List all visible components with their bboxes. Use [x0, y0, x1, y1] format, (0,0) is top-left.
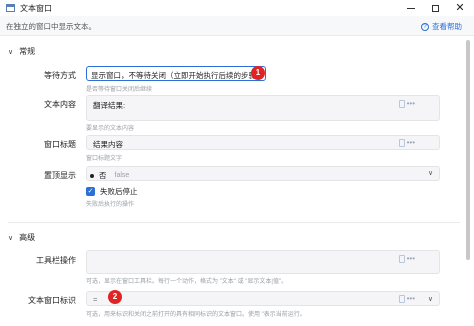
- annotation-badge-1: 1: [251, 66, 265, 80]
- stop-on-fail-hint: 失败后执行的操作: [86, 202, 135, 208]
- help-icon: ?: [421, 22, 429, 31]
- window-id-actions[interactable]: •••: [398, 294, 415, 303]
- close-button[interactable]: ✕: [449, 0, 471, 16]
- window-id-input[interactable]: = ••• ∨: [86, 291, 440, 306]
- action-description: 在独立的窗口中显示文本。: [6, 22, 96, 31]
- window-title-hint: 窗口标题文字: [86, 156, 123, 162]
- window-icon: [6, 4, 15, 12]
- window-id-hint: 可选，用来标识和关闭之前打开的具有相同标识的文本窗口。使用 "表示当前运行。: [86, 312, 306, 318]
- chevron-down-icon: ∨: [8, 234, 14, 242]
- annotation-badge-2: 2: [108, 290, 122, 304]
- wait-mode-label: 等待方式: [44, 71, 76, 80]
- close-icon: ✕: [455, 1, 465, 14]
- section-advanced-header[interactable]: ∨ 高级: [8, 232, 35, 243]
- window-title: 文本窗口: [20, 3, 52, 13]
- document-icon: [398, 139, 405, 147]
- document-icon: [398, 255, 405, 263]
- minimize-icon: [407, 7, 415, 9]
- window-id-value: =: [93, 295, 98, 304]
- window-id-label: 文本窗口标识: [28, 296, 76, 305]
- text-content-hint: 要显示的文本内容: [86, 126, 135, 132]
- text-content-input[interactable]: 翻译结果: •••: [86, 95, 440, 121]
- more-icon: •••: [406, 138, 415, 147]
- text-content-actions[interactable]: •••: [398, 99, 415, 108]
- topmost-raw-value: false: [114, 172, 130, 179]
- maximize-icon: [431, 4, 439, 12]
- text-content-value: 翻译结果:: [93, 101, 126, 110]
- topmost-value-row: 否 false: [86, 170, 129, 181]
- more-icon: •••: [406, 294, 415, 303]
- toolbar-ops-label: 工具栏操作: [36, 256, 76, 265]
- window-title-actions[interactable]: •••: [398, 138, 415, 147]
- document-icon: [398, 295, 405, 303]
- wait-mode-hint: 是否等待窗口关闭后继续: [86, 87, 153, 93]
- help-link-label: 查看帮助: [432, 22, 462, 31]
- scrollbar[interactable]: [466, 40, 470, 260]
- topmost-label: 置顶显示: [44, 171, 76, 180]
- section-general-header[interactable]: ∨ 常规: [8, 46, 35, 57]
- help-link[interactable]: ? 查看帮助: [421, 21, 462, 32]
- minimize-button[interactable]: [400, 0, 422, 16]
- stop-on-fail-label: 失败后停止: [100, 187, 138, 196]
- toolbar-ops-hint: 可选，显示在窗口工具栏。每行一个动作，格式为 "文本" 或 "显示文本|值"。: [86, 279, 288, 285]
- window-title-label: 窗口标题: [44, 140, 76, 149]
- wait-mode-value: 显示窗口，不等待关闭（立即开始执行后续的步骤）: [91, 71, 264, 80]
- topmost-select[interactable]: [86, 166, 440, 181]
- stop-on-fail-checkbox[interactable]: ✓ 失败后停止: [86, 186, 138, 197]
- chevron-down-icon: ∨: [8, 48, 14, 56]
- bullet-icon: [90, 173, 94, 178]
- section-advanced-label: 高级: [19, 233, 36, 242]
- more-icon: •••: [406, 99, 415, 108]
- document-icon: [398, 100, 405, 108]
- more-icon: •••: [406, 254, 415, 263]
- section-general-label: 常规: [19, 47, 36, 56]
- window-title-value: 结果内容: [93, 140, 123, 149]
- chevron-down-icon[interactable]: ∨: [428, 295, 433, 303]
- description-bar: 在独立的窗口中显示文本。 ? 查看帮助: [0, 16, 474, 36]
- window-title-input[interactable]: 结果内容 •••: [86, 135, 440, 150]
- checkbox-checked-icon: ✓: [86, 187, 95, 196]
- toolbar-ops-input[interactable]: •••: [86, 250, 440, 274]
- text-content-label: 文本内容: [44, 100, 76, 109]
- section-divider: [8, 222, 460, 223]
- wait-mode-select[interactable]: 显示窗口，不等待关闭（立即开始执行后续的步骤）: [86, 66, 266, 81]
- chevron-down-icon[interactable]: ∨: [428, 169, 433, 177]
- topmost-value: 否: [99, 171, 107, 180]
- toolbar-ops-actions[interactable]: •••: [398, 254, 415, 263]
- maximize-button[interactable]: [424, 0, 446, 16]
